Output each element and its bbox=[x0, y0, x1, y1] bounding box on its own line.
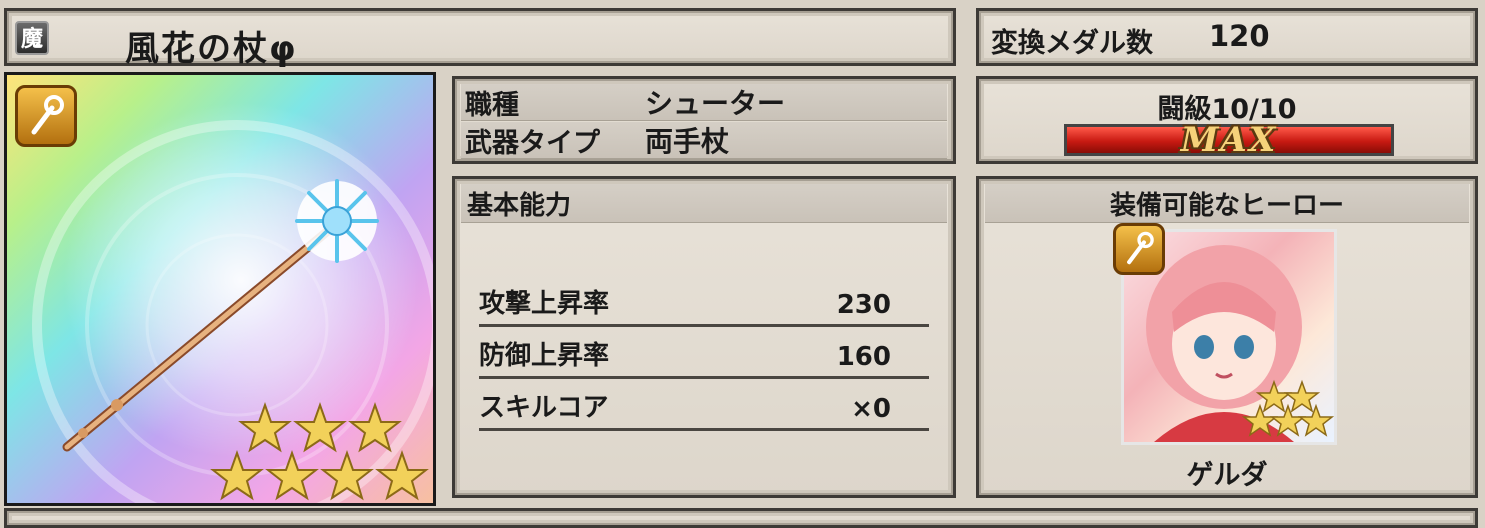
rarity-star bbox=[293, 401, 347, 453]
stat-label: 攻撃上昇率 bbox=[479, 289, 610, 319]
stat-row-skillcore: スキルコア ×0 bbox=[479, 391, 929, 431]
class-label: 職種 bbox=[465, 89, 519, 121]
rarity-star bbox=[1255, 379, 1293, 413]
stat-row-attack: 攻撃上昇率 230 bbox=[479, 287, 929, 327]
weapon-type-row: 武器タイプ 両手杖 bbox=[461, 122, 947, 159]
heroes-panel: 装備可能なヒーロー ゲルダ bbox=[976, 176, 1478, 498]
stat-label: 防御上昇率 bbox=[479, 341, 610, 371]
class-value: シューター bbox=[645, 87, 786, 120]
hero-name: ゲルダ bbox=[1186, 460, 1268, 491]
weapon-type-label: 武器タイプ bbox=[465, 127, 600, 159]
stat-label: スキルコア bbox=[479, 393, 609, 423]
max-level-bar: MAX bbox=[1064, 123, 1394, 157]
weapon-type-value: 両手杖 bbox=[645, 125, 730, 158]
rarity-star bbox=[1241, 403, 1279, 437]
stat-value: ×0 bbox=[851, 394, 891, 424]
heroes-title: 装備可能なヒーロー bbox=[1109, 190, 1344, 221]
rarity-star bbox=[210, 449, 264, 501]
stat-row-defense: 防御上昇率 160 bbox=[479, 339, 929, 379]
stats-title: 基本能力 bbox=[467, 190, 572, 221]
stats-panel: 基本能力 攻撃上昇率 230 防御上昇率 160 スキルコア ×0 bbox=[452, 176, 956, 498]
stats-title-row: 基本能力 bbox=[461, 184, 947, 223]
weapon-title-panel: 魔 風花の杖φ bbox=[4, 8, 956, 69]
awaken-panel: 闘級10/10 MAX bbox=[976, 76, 1478, 164]
rarity-star bbox=[1283, 379, 1321, 413]
rarity-star bbox=[265, 449, 319, 501]
rarity-star bbox=[375, 449, 429, 501]
rarity-star bbox=[348, 401, 402, 453]
rarity-star bbox=[1297, 403, 1334, 437]
class-row: 職種 シューター bbox=[461, 84, 947, 121]
info-panel: 職種 シューター 武器タイプ 両手杖 bbox=[452, 76, 956, 164]
hero-staff-type-icon bbox=[1113, 223, 1165, 275]
element-badge: 魔 bbox=[15, 21, 49, 55]
rarity-star bbox=[238, 401, 292, 453]
weapon-rarity-stars bbox=[210, 401, 429, 501]
rarity-star bbox=[320, 449, 374, 501]
weapon-name: 風花の杖φ bbox=[125, 29, 298, 69]
medal-value: 120 bbox=[1209, 19, 1270, 53]
rarity-star bbox=[1269, 403, 1307, 437]
heroes-title-row: 装備可能なヒーロー bbox=[985, 184, 1469, 223]
stat-value: 160 bbox=[836, 342, 891, 372]
stat-value: 230 bbox=[836, 290, 891, 320]
medal-label: 変換メダル数 bbox=[991, 28, 1153, 59]
medal-panel: 変換メダル数 120 bbox=[976, 8, 1478, 66]
bottom-panel bbox=[4, 508, 1478, 528]
weapon-artwork bbox=[4, 72, 436, 506]
